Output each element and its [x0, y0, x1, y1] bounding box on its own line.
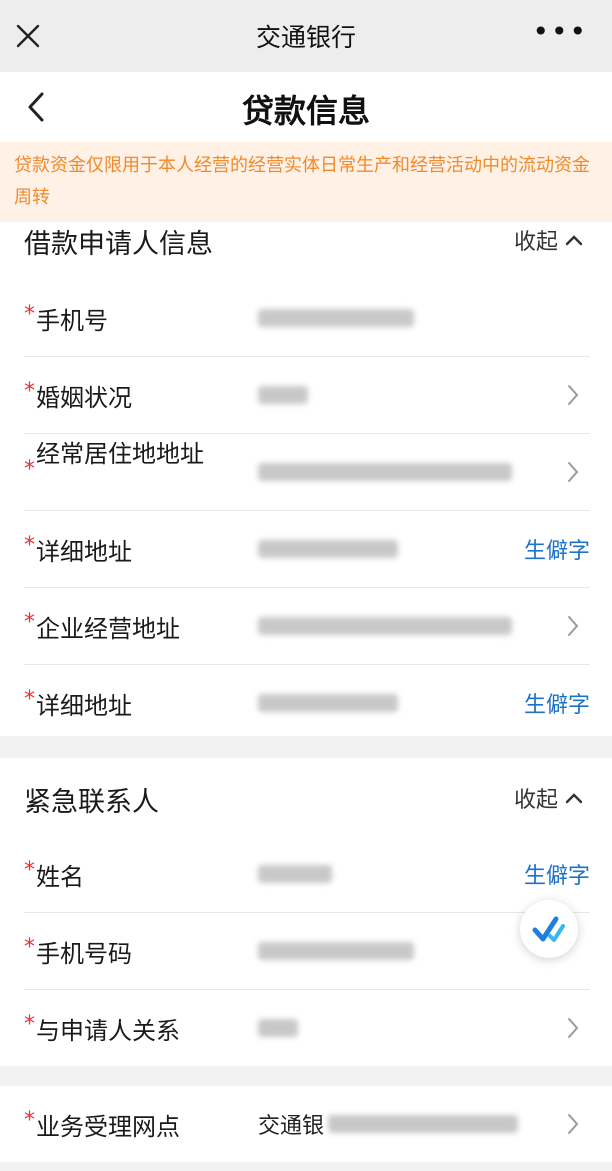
- business-address-row[interactable]: * 企业经营地址: [24, 588, 590, 665]
- window-titlebar: 交通银行 •••: [0, 0, 612, 72]
- field-label: * 与申请人关系: [24, 1012, 180, 1045]
- chevron-right-icon: [568, 462, 579, 482]
- required-mark: *: [24, 1108, 35, 1133]
- rare-character-button[interactable]: 生僻字: [524, 511, 590, 587]
- notice-banner: 贷款资金仅限用于本人经营的经营实体日常生产和经营活动中的流动资金周转: [0, 142, 612, 222]
- branch-row[interactable]: * 业务受理网点 交通银: [24, 1086, 590, 1162]
- required-mark: *: [24, 379, 35, 404]
- field-label: * 企业经营地址: [24, 610, 180, 643]
- required-mark: *: [24, 302, 35, 327]
- field-label: * 手机号码: [24, 935, 132, 968]
- required-mark: *: [24, 687, 35, 712]
- field-label: * 婚姻状况: [24, 379, 132, 412]
- marital-status-row[interactable]: * 婚姻状况: [24, 357, 590, 434]
- chevron-right-icon: [568, 385, 579, 405]
- field-value: [258, 990, 298, 1066]
- field-value: [258, 280, 414, 356]
- required-mark: *: [24, 1012, 35, 1037]
- field-label: * 详细地址: [24, 533, 132, 566]
- notice-text: 贷款资金仅限用于本人经营的经营实体日常生产和经营活动中的流动资金周转: [14, 155, 590, 208]
- field-value: [258, 357, 308, 433]
- section-title: 借款申请人信息: [24, 229, 213, 260]
- required-mark: *: [24, 935, 35, 960]
- field-value: [258, 511, 398, 587]
- detail-address-row[interactable]: * 详细地址 生僻字: [24, 511, 590, 588]
- collapse-label: 收起: [513, 230, 558, 255]
- required-mark: *: [24, 457, 35, 482]
- business-detail-address-row[interactable]: * 详细地址 生僻字: [24, 665, 590, 741]
- field-value: [258, 836, 332, 912]
- field-value: [258, 665, 398, 741]
- phone-row[interactable]: * 手机号: [24, 280, 590, 357]
- field-label: * 姓名: [24, 858, 84, 891]
- page-header: 贷款信息: [0, 72, 612, 142]
- name-row[interactable]: * 姓名 生僻字: [24, 836, 590, 913]
- branch-section: * 业务受理网点 交通银: [0, 1086, 612, 1162]
- page-title: 贷款信息: [241, 92, 370, 130]
- field-label: * 详细地址: [24, 687, 132, 720]
- collapse-button[interactable]: 收起: [514, 782, 584, 814]
- chevron-up-icon: [565, 235, 583, 246]
- applicant-section: 借款申请人信息 收起 * 手机号 * 婚姻状况 * 经常居住地地址 * 详细地址 生僻字…: [0, 222, 612, 736]
- residence-address-row[interactable]: * 经常居住地地址: [24, 434, 590, 511]
- field-label: * 经常居住地地址: [24, 438, 214, 514]
- relationship-row[interactable]: * 与申请人关系: [24, 990, 590, 1066]
- field-label: * 业务受理网点: [24, 1108, 180, 1141]
- contact-section: 紧急联系人 收起 * 姓名 生僻字 * 手机号码 * 与申请人关系: [0, 758, 612, 1066]
- window-title: 交通银行: [255, 23, 356, 52]
- rare-character-button[interactable]: 生僻字: [524, 665, 590, 741]
- field-value: [258, 913, 414, 989]
- field-value: [258, 434, 512, 510]
- field-label: * 手机号: [24, 302, 108, 335]
- section-title: 紧急联系人: [24, 787, 159, 818]
- chevron-right-icon: [568, 616, 579, 636]
- check-badge-icon: [532, 916, 565, 942]
- collapse-label: 收起: [513, 788, 558, 813]
- contact-phone-row[interactable]: * 手机号码: [24, 913, 590, 990]
- field-value: 交通银: [258, 1086, 519, 1162]
- field-value: [258, 588, 512, 664]
- more-icon[interactable]: •••: [532, 18, 588, 46]
- required-mark: *: [24, 533, 35, 558]
- chevron-up-icon: [565, 793, 583, 804]
- chevron-right-icon: [568, 1018, 579, 1038]
- required-mark: *: [24, 858, 35, 883]
- collapse-button[interactable]: 收起: [514, 224, 584, 256]
- check-badge-button[interactable]: [520, 900, 578, 958]
- required-mark: *: [24, 610, 35, 635]
- chevron-right-icon: [568, 1114, 579, 1134]
